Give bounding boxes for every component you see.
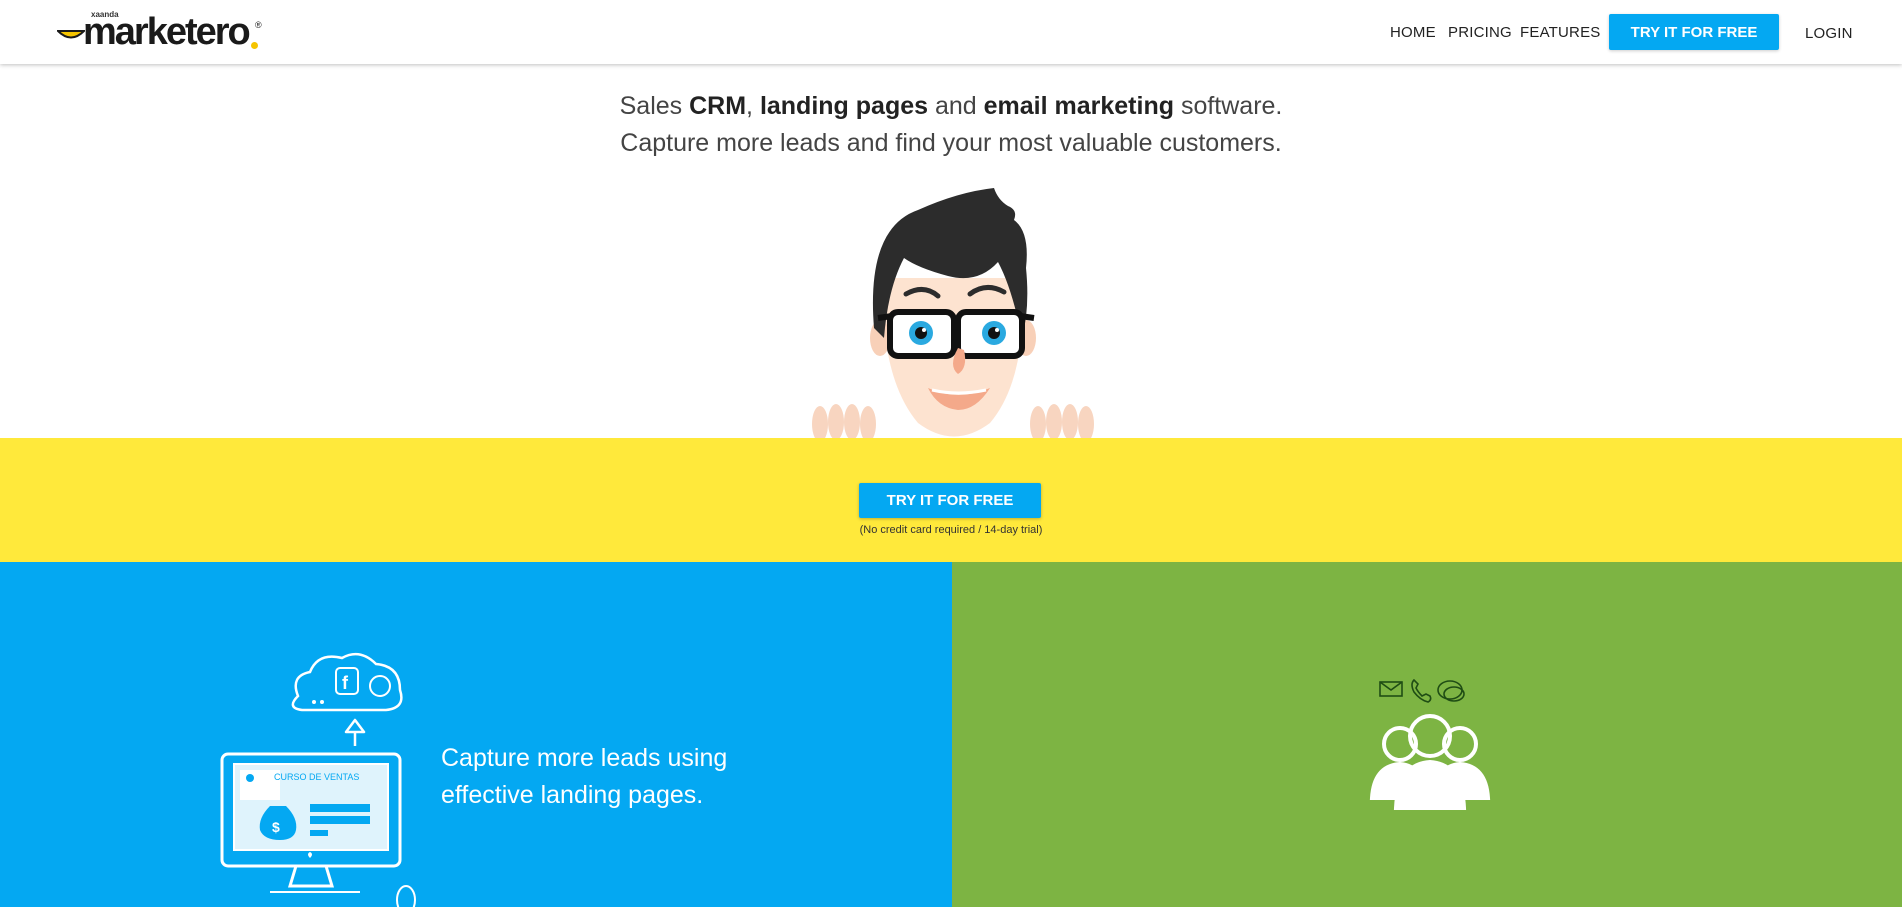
globe-icon: [369, 675, 391, 697]
feature-landing-line2: effective landing pages.: [441, 781, 704, 809]
people-group-icon: [1369, 714, 1491, 810]
header-try-free-button[interactable]: TRY IT FOR FREE: [1609, 14, 1779, 50]
nav-pricing[interactable]: PRICING: [1448, 24, 1512, 41]
chat-icon: [1437, 680, 1465, 702]
nav-login[interactable]: LOGIN: [1805, 25, 1853, 42]
mascot-illustration: [812, 188, 1094, 438]
nav-home[interactable]: HOME: [1390, 24, 1436, 41]
mail-icon: [1379, 681, 1403, 697]
hero-subheadline: Capture more leads and find your most va…: [620, 129, 1282, 157]
logo-registered-mark: ®: [255, 20, 262, 30]
feature-landing-pages-text: Capture more leads using effective landi…: [441, 740, 727, 814]
svg-text:$: $: [272, 819, 280, 835]
svg-text:f: f: [342, 673, 349, 693]
site-header: xaanda marketero ® HOME PRICING FEATURES…: [0, 0, 1902, 64]
band-try-free-button[interactable]: TRY IT FOR FREE: [859, 483, 1041, 518]
hero-headline: Sales CRM, landing pages and email marke…: [0, 92, 1902, 121]
trial-note: (No credit card required / 14-day trial): [859, 524, 1043, 536]
hero-text: and: [928, 92, 984, 120]
upload-arrow-icon: [344, 718, 366, 746]
landing-page-illustration: f CURSO DE VENTAS $: [220, 652, 416, 907]
hero-text: ,: [746, 92, 760, 120]
logo-wordmark: marketero: [83, 11, 251, 53]
contacts-illustration: [1369, 678, 1491, 810]
feature-landing-line1: Capture more leads using: [441, 744, 728, 772]
feature-landing-pages-panel: f CURSO DE VENTAS $ Capture more leads u…: [0, 562, 952, 907]
hero-text: Sales: [619, 92, 690, 120]
hero-bold-landing: landing pages: [759, 92, 929, 120]
phone-icon: [1411, 678, 1432, 703]
logo-sun-icon: [57, 30, 85, 39]
screen-title: CURSO DE VENTAS: [274, 772, 359, 782]
feature-contacts-panel: [952, 562, 1902, 907]
hero-bold-email: email marketing: [983, 92, 1174, 120]
nav-features[interactable]: FEATURES: [1520, 24, 1601, 41]
hero-bold-crm: CRM: [689, 92, 747, 120]
hero-text: software.: [1174, 92, 1283, 120]
logo-dot: [251, 42, 258, 49]
